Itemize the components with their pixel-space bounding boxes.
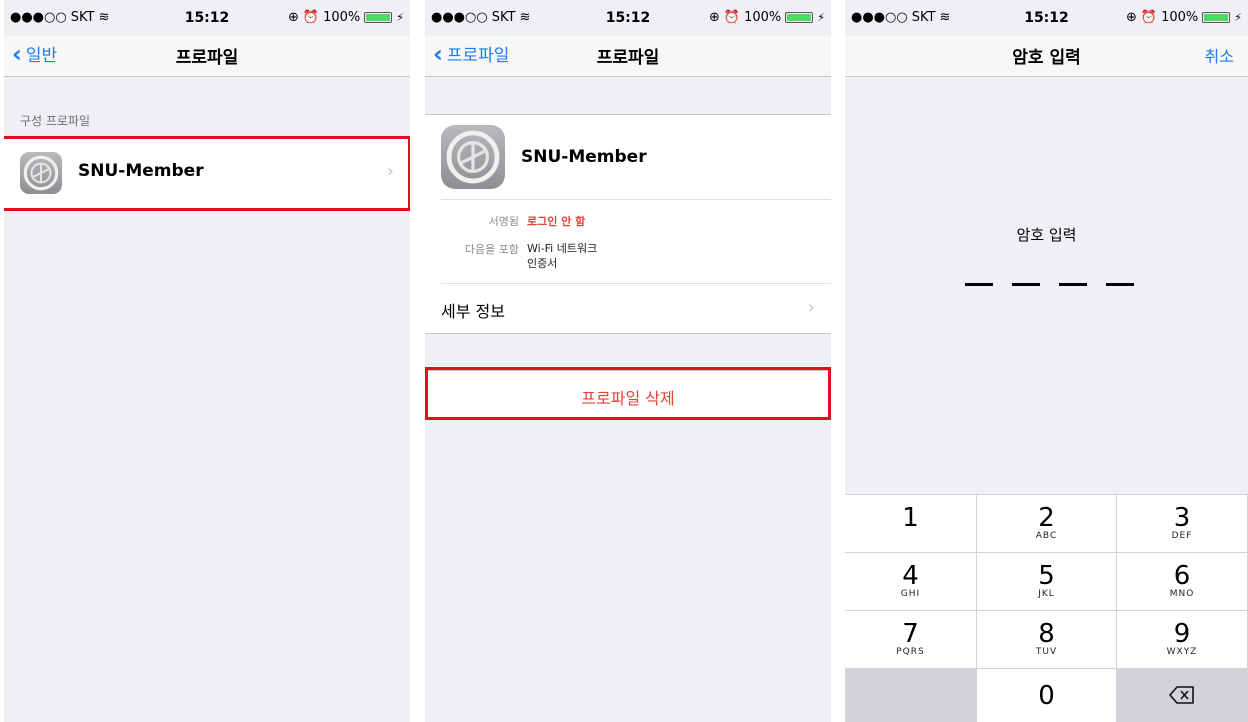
status-bar: ●●●○○ SKT ≋ 15:12 ⊕ ⏰ 100% ⚡: [4, 0, 410, 36]
charging-icon: ⚡: [817, 11, 825, 24]
key-6[interactable]: 6 MNO: [1117, 552, 1248, 610]
page-title: 암호 입력: [1012, 48, 1081, 68]
number-keypad: 1 2 ABC 3 DEF 4 GHI 5 JKL 6 MNO 7 PQRS 8 TUV 9W…: [845, 494, 1248, 722]
key-7[interactable]: 7 PQRS: [845, 610, 977, 668]
delete-key[interactable]: [1117, 668, 1248, 722]
battery-icon: [785, 12, 814, 23]
nav-bar: ‹ 프로파일 프로파일: [425, 36, 831, 77]
lock-rotation-icon: ⊕: [709, 10, 720, 25]
cancel-button[interactable]: 취소: [1205, 43, 1234, 67]
passcode-dash: [1106, 283, 1134, 286]
passcode-dash: [965, 283, 993, 286]
passcode-dash: [1059, 283, 1087, 286]
profile-detail-screen: ●●●○○ SKT ≋ 15:12 ⊕ ⏰ 100% ⚡ ‹ 프로파일 프로파일 SNU-M…: [425, 0, 831, 722]
battery-percent: 100%: [1161, 10, 1199, 25]
key-9[interactable]: 9 WXYZ: [1117, 610, 1248, 668]
status-bar: ●●●○○ SKT ≋ 15:12 ⊕ ⏰ 100% ⚡: [845, 0, 1248, 36]
profile-card: SNU-Member 서명됨 로그인 안 함 다음을 포함 Wi-Fi 네트워크…: [425, 114, 831, 334]
signed-value: 로그인 안 함: [527, 215, 586, 228]
alarm-icon: ⏰: [1140, 10, 1158, 25]
alarm-icon: ⏰: [302, 10, 320, 25]
page-title: 프로파일: [175, 48, 239, 68]
contains-wifi: Wi-Fi 네트워크: [527, 242, 598, 255]
passcode-prompt: 암호 입력: [1016, 226, 1077, 244]
key-3[interactable]: 3 DEF: [1117, 494, 1248, 552]
charging-icon: ⚡: [396, 11, 404, 24]
backspace-icon: [1117, 669, 1247, 708]
highlight-box: [425, 367, 831, 420]
battery-icon: [364, 12, 393, 23]
contains-cert: 인증서: [527, 257, 558, 270]
lock-rotation-icon: ⊕: [1126, 10, 1137, 25]
battery-icon: [1202, 12, 1231, 23]
charging-icon: ⚡: [1234, 11, 1242, 24]
details-label: 세부 정보: [441, 302, 505, 321]
contains-row: 다음을 포함 Wi-Fi 네트워크 인증서: [425, 241, 597, 271]
passcode-screen: ●●●○○ SKT ≋ 15:12 ⊕ ⏰ 100% ⚡ 암호 입력 취소 암호 입력 1…: [845, 0, 1248, 722]
contains-label: 다음을 포함: [464, 243, 519, 256]
chevron-right-icon: ›: [807, 297, 815, 318]
key-2[interactable]: 2 ABC: [977, 494, 1117, 552]
settings-gear-icon: [441, 125, 505, 189]
profile-name: SNU-Member: [521, 147, 647, 167]
passcode-dash: [1012, 283, 1040, 286]
section-header: 구성 프로파일: [20, 114, 91, 128]
key-8[interactable]: 8 TUV: [977, 610, 1117, 668]
signed-label: 서명됨: [488, 215, 519, 228]
nav-bar: ‹ 일반 프로파일: [4, 36, 410, 77]
profiles-screen: ●●●○○ SKT ≋ 15:12 ⊕ ⏰ 100% ⚡ ‹ 일반 프로파일 구성 프로파일…: [4, 0, 410, 722]
nav-bar: 암호 입력 취소: [845, 36, 1248, 77]
key-5[interactable]: 5 JKL: [977, 552, 1117, 610]
status-bar: ●●●○○ SKT ≋ 15:12 ⊕ ⏰ 100% ⚡: [425, 0, 831, 36]
battery-percent: 100%: [323, 10, 361, 25]
lock-rotation-icon: ⊕: [288, 10, 299, 25]
key-0[interactable]: 0: [977, 668, 1117, 722]
key-4[interactable]: 4 GHI: [845, 552, 977, 610]
highlight-box: [4, 136, 410, 211]
signed-row: 서명됨 로그인 안 함: [425, 213, 586, 229]
key-1[interactable]: 1: [845, 494, 977, 552]
key-blank: [845, 668, 977, 722]
alarm-icon: ⏰: [723, 10, 741, 25]
page-title: 프로파일: [596, 48, 660, 68]
battery-percent: 100%: [744, 10, 782, 25]
details-row[interactable]: 세부 정보 ›: [425, 284, 831, 332]
